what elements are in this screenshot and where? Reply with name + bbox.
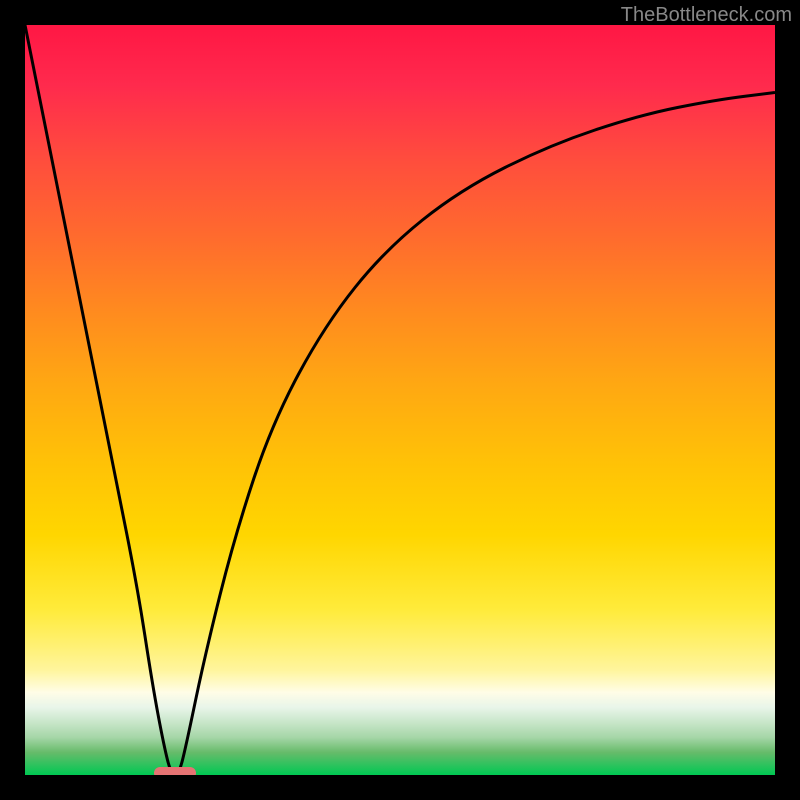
curve-svg [25, 25, 775, 775]
watermark-text: TheBottleneck.com [621, 4, 792, 27]
optimal-marker [154, 767, 196, 775]
plot-area [25, 25, 775, 775]
bottleneck-curve [25, 25, 775, 775]
chart-container: TheBottleneck.com [0, 0, 800, 800]
